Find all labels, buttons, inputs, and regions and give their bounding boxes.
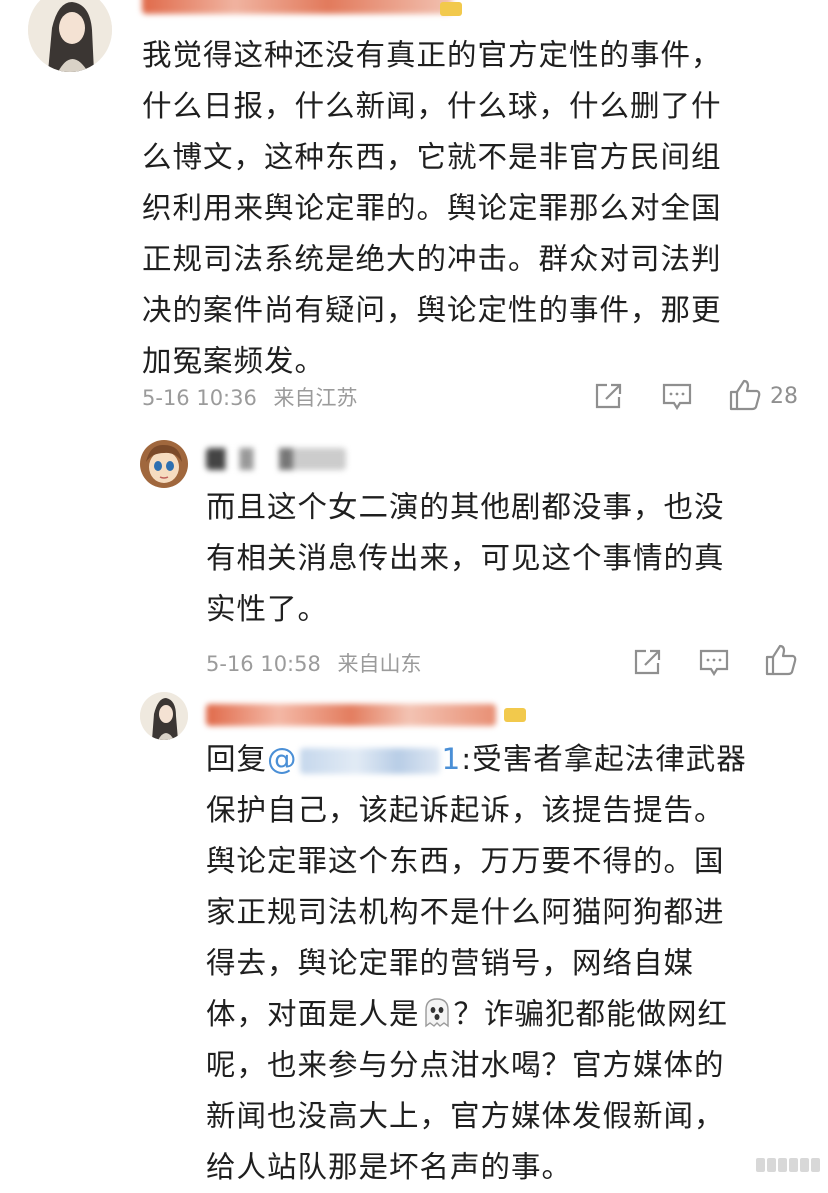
reply-text-middle: 保护自己，该起诉起诉，该提告提告。 舆论定罪这个东西，万万要不得的。国 家正规司… bbox=[206, 793, 725, 1031]
thumbs-up-icon[interactable] bbox=[764, 643, 798, 677]
avatar[interactable] bbox=[140, 692, 188, 740]
like-count: 28 bbox=[770, 384, 798, 409]
avatar-image bbox=[28, 0, 112, 72]
comment-location: 来自山东 bbox=[337, 652, 422, 676]
comment-icon[interactable] bbox=[698, 648, 730, 678]
mention-name-redacted bbox=[299, 747, 440, 774]
comment-text: 我觉得这种还没有真正的官方定性的事件， 什么日报，什么新闻，什么球，什么删了什 … bbox=[142, 38, 722, 378]
reply-item: 回复@ 1:受害者拿起法律武器 保护自己，该起诉起诉，该提告提告。 舆论定罪这个东… bbox=[0, 690, 828, 1186]
member-badge bbox=[440, 2, 462, 16]
avatar[interactable] bbox=[28, 0, 112, 72]
watermark bbox=[756, 1158, 820, 1172]
reply-item: 而且这个女二演的其他剧都没事，也没 有相关消息传出来，可见这个事情的真 实性了。… bbox=[0, 430, 828, 680]
comment-time: 5-16 10:36 bbox=[142, 386, 257, 410]
thumbs-up-icon[interactable] bbox=[728, 378, 762, 412]
avatar-image bbox=[140, 440, 188, 488]
share-icon[interactable] bbox=[632, 648, 662, 676]
comment-item: 我觉得这种还没有真正的官方定性的事件， 什么日报，什么新闻，什么球，什么删了什 … bbox=[0, 0, 828, 420]
username-redacted[interactable] bbox=[206, 704, 496, 726]
ghost-emoji bbox=[424, 998, 449, 1028]
username-redacted[interactable] bbox=[206, 448, 346, 470]
avatar[interactable] bbox=[140, 440, 188, 488]
comment-location: 来自江苏 bbox=[273, 386, 358, 410]
reply-text-first-line: :受害者拿起法律武器 bbox=[461, 742, 747, 776]
mention-link[interactable]: @1 bbox=[267, 742, 461, 776]
member-badge bbox=[504, 708, 526, 722]
avatar-image bbox=[140, 692, 188, 740]
reply-prefix: 回复 bbox=[206, 742, 268, 776]
comment-meta: 5-16 10:36 来自江苏 bbox=[142, 382, 358, 412]
share-icon[interactable] bbox=[593, 382, 623, 410]
comment-time: 5-16 10:58 bbox=[206, 652, 321, 676]
comment-icon[interactable] bbox=[661, 382, 693, 412]
comment-text: 而且这个女二演的其他剧都没事，也没 有相关消息传出来，可见这个事情的真 实性了。 bbox=[206, 490, 725, 626]
comment-text: 回复@ 1:受害者拿起法律武器 保护自己，该起诉起诉，该提告提告。 舆论定罪这个东… bbox=[206, 734, 806, 1193]
username-redacted[interactable] bbox=[142, 0, 452, 14]
comment-meta: 5-16 10:58 来自山东 bbox=[206, 648, 422, 678]
